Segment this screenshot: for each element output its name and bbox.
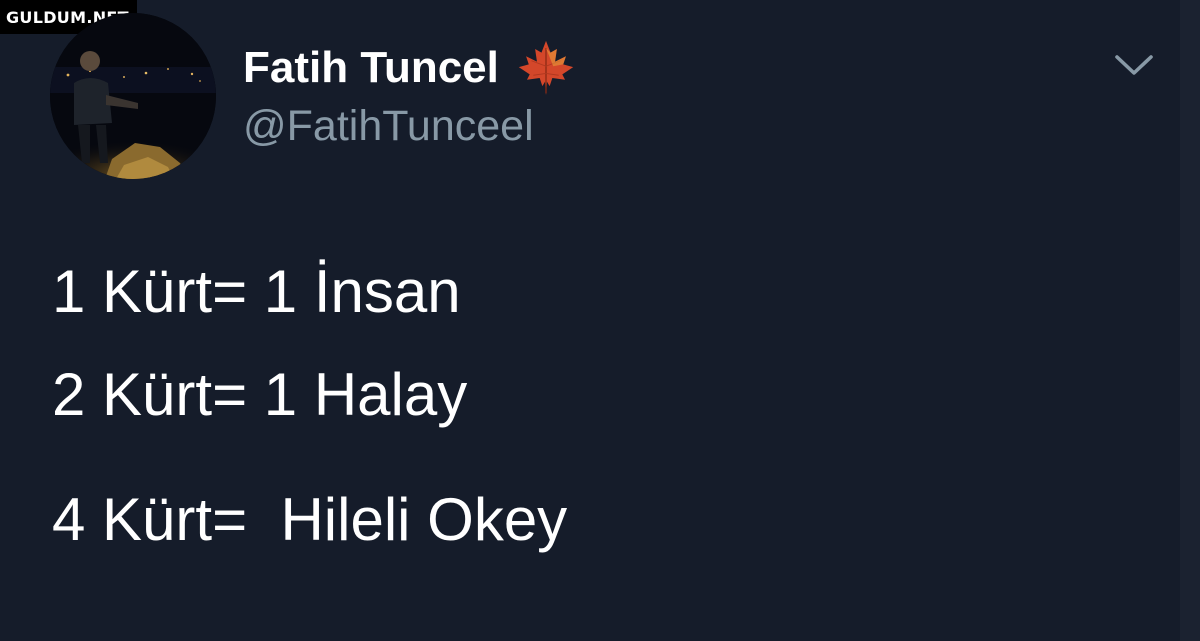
tweet-text-line: 4 Kürt= Hileli Okey [52, 486, 568, 553]
author-handle[interactable]: @FatihTunceel [243, 102, 534, 150]
author-name-row[interactable]: Fatih Tuncel [243, 40, 575, 96]
avatar[interactable] [50, 13, 216, 179]
author-display-name[interactable]: Fatih Tuncel [243, 46, 499, 90]
tweet-text-line: 2 Kürt= 1 Halay [52, 361, 468, 428]
right-edge-strip [1180, 0, 1200, 641]
chevron-down-icon[interactable] [1114, 48, 1154, 82]
maple-leaf-icon [518, 40, 574, 96]
tweet-text-line: 1 Kürt= 1 İnsan [52, 258, 461, 325]
